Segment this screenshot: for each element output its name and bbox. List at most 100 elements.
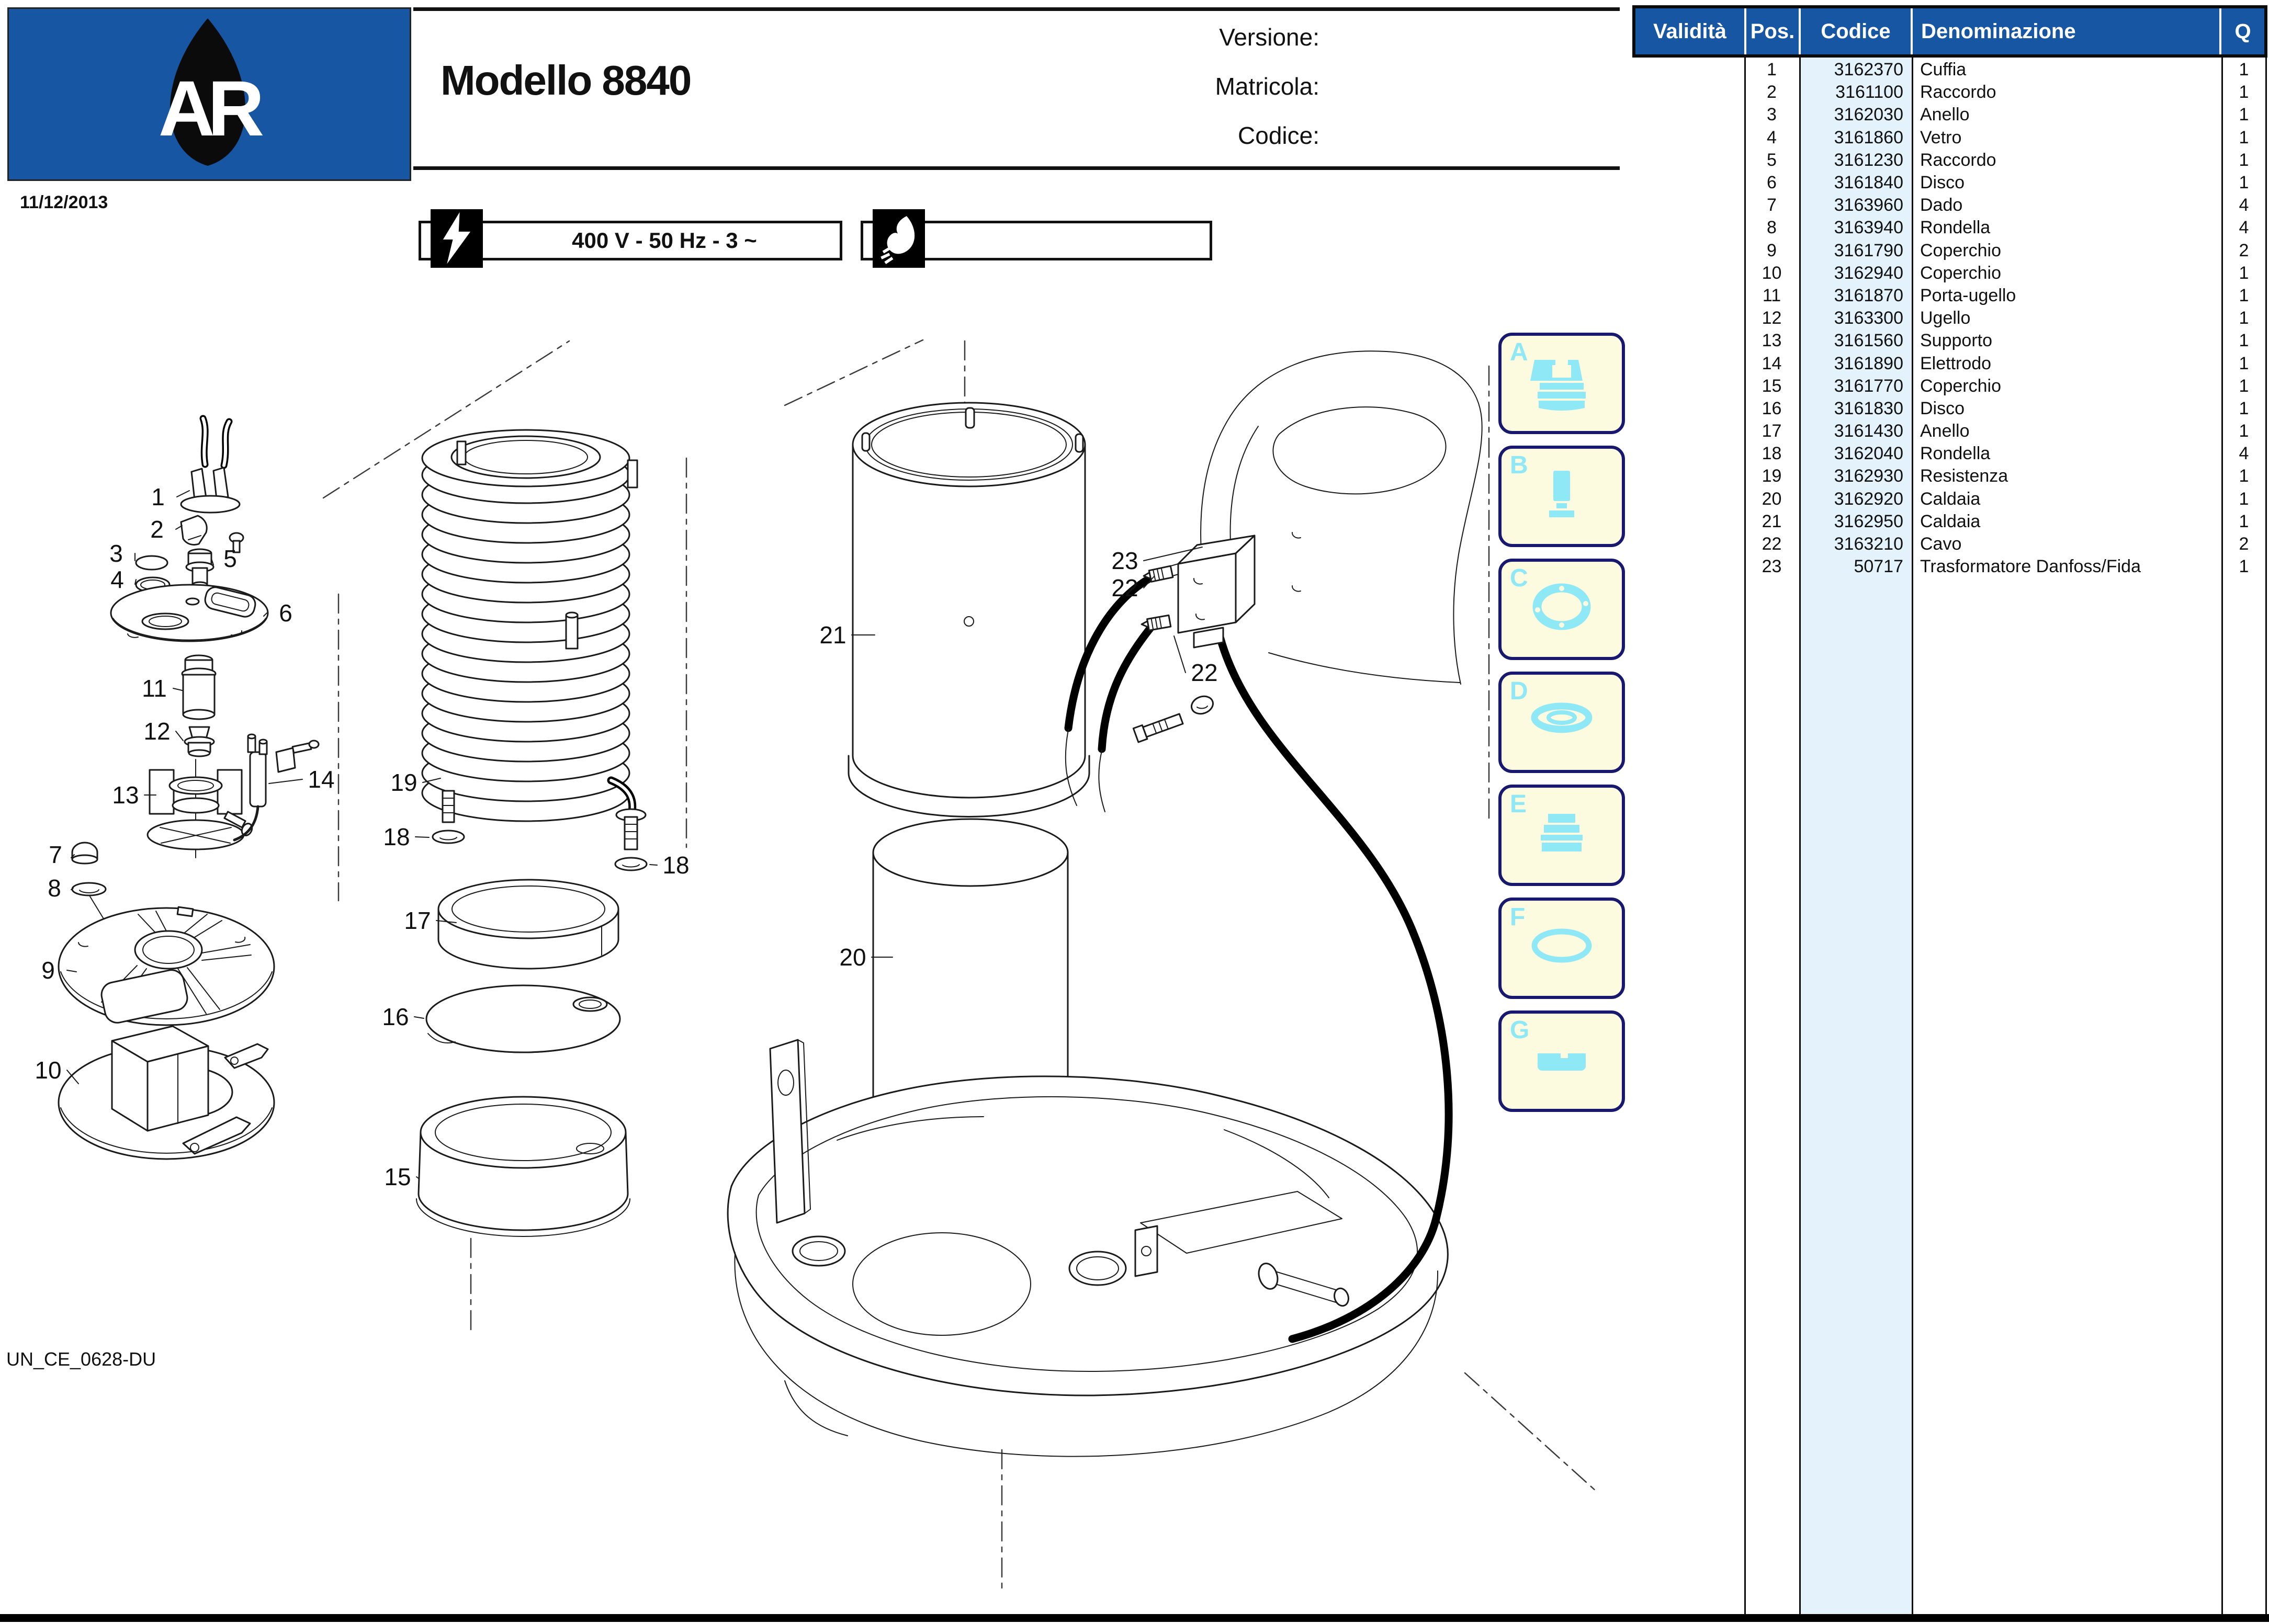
cell-pos: 10 (1762, 263, 1782, 283)
variant-tile-E[interactable]: E (1498, 785, 1625, 886)
cell-qty: 1 (2239, 398, 2249, 418)
cell-qty: 4 (2239, 218, 2249, 238)
parts-catalog-page: 1 2 3 4 5 6 11 12 13 14 7 8 9 10 19 18 18 17 16 15 21 20 23 22 2… (0, 0, 2269, 1624)
col-header-q: Q (2219, 8, 2264, 54)
o-ring-icon (1525, 915, 1598, 981)
cell-qty: 1 (2239, 376, 2249, 396)
cell-name: Disco (1920, 173, 1965, 193)
cylinder-part-icon (1525, 463, 1598, 529)
cell-pos: 16 (1762, 398, 1782, 418)
gasket-seal-icon (1525, 689, 1598, 755)
parts-table-row: 19 3162930 Resistenza 1 (1633, 465, 2266, 487)
variant-tile-F[interactable]: F (1498, 898, 1625, 999)
part-callout-14: 14 (308, 766, 334, 793)
versione-field-row: Versione: (1151, 16, 1606, 59)
cell-qty: 4 (2239, 444, 2249, 464)
part-callout-10: 10 (35, 1057, 61, 1084)
parts-table-row: 23 50717 Trasformatore Danfoss/Fida 1 (1633, 555, 2266, 578)
variant-tile-B[interactable]: B (1498, 446, 1625, 547)
cell-name: Supporto (1920, 331, 1992, 351)
cell-code: 3162040 (1834, 444, 1903, 464)
part-callout-23: 23 (1111, 547, 1138, 574)
parts-table-row: 13 3161560 Supporto 1 (1633, 330, 2266, 352)
page-title: Modello 8840 (441, 57, 692, 104)
cell-name: Raccordo (1920, 82, 1996, 103)
cell-code: 50717 (1854, 557, 1903, 577)
parts-table-row: 11 3161870 Porta-ugello 1 (1633, 285, 2266, 307)
part-callout-9: 9 (41, 957, 55, 984)
cell-code: 3161770 (1834, 376, 1903, 396)
cell-qty: 1 (2239, 331, 2249, 351)
cell-pos: 19 (1762, 466, 1782, 486)
cell-pos: 6 (1767, 173, 1777, 193)
parts-table-row: 10 3162940 Coperchio 1 (1633, 262, 2266, 285)
cap-silhouette-icon (1525, 350, 1598, 416)
part-callout-21: 21 (819, 621, 846, 649)
cell-qty: 4 (2239, 195, 2249, 215)
col-header-codice: Codice (1799, 8, 1911, 54)
part-callout-3: 3 (109, 540, 123, 567)
cell-qty: 1 (2239, 557, 2249, 577)
power-rating-text: 400 V - 50 Hz - 3 ~ (572, 228, 757, 253)
cell-pos: 18 (1762, 444, 1782, 464)
cell-name: Anello (1920, 421, 1970, 441)
page-bottom-rule (0, 1614, 2269, 1622)
cell-name: Coperchio (1920, 263, 2001, 283)
cell-code: 3161790 (1834, 240, 1903, 260)
boiler-cylinder-21 (848, 402, 1090, 817)
variant-tile-A[interactable]: A (1498, 333, 1625, 434)
part-callout-2: 2 (150, 516, 164, 543)
stepped-flange-icon (1525, 802, 1598, 868)
cell-pos: 17 (1762, 421, 1782, 441)
cell-code: 3161830 (1834, 398, 1903, 418)
cell-qty: 1 (2239, 421, 2249, 441)
cell-code: 3161430 (1834, 421, 1903, 441)
matricola-label: Matricola: (1215, 73, 1319, 100)
col-header-denominazione: Denominazione (1911, 8, 2219, 54)
cell-qty: 2 (2239, 240, 2249, 260)
cell-pos: 1 (1767, 60, 1777, 80)
cell-qty: 1 (2239, 308, 2249, 328)
parts-table-row: 20 3162920 Caldaia 1 (1633, 488, 2266, 510)
heating-coil (421, 429, 648, 871)
cell-pos: 8 (1767, 218, 1777, 238)
parts-table-row: 14 3161890 Elettrodo 1 (1633, 352, 2266, 374)
parts-table-row: 21 3162950 Caldaia 1 (1633, 510, 2266, 533)
part-callout-7: 7 (49, 841, 62, 868)
part-callout-1: 1 (151, 483, 165, 510)
cell-name: Trasformatore Danfoss/Fida (1920, 557, 2141, 577)
variant-tile-G[interactable]: G (1498, 1010, 1625, 1112)
parts-table-row: 5 3161230 Raccordo 1 (1633, 149, 2266, 172)
cell-name: Coperchio (1920, 376, 2001, 396)
part-callout-11: 11 (142, 675, 167, 702)
cell-qty: 1 (2239, 511, 2249, 531)
cell-pos: 13 (1762, 331, 1782, 351)
cell-name: Disco (1920, 398, 1965, 418)
cell-code: 3161890 (1834, 353, 1903, 373)
cell-pos: 5 (1767, 150, 1777, 170)
cell-code: 3161230 (1834, 150, 1903, 170)
part-callout-22: 22 (1191, 659, 1217, 686)
cell-qty: 1 (2239, 353, 2249, 373)
cell-qty: 1 (2239, 127, 2249, 147)
cell-pos: 23 (1762, 557, 1782, 577)
variant-tile-C[interactable]: C (1498, 559, 1625, 660)
parts-table-row: 1 3162370 Cuffia 1 (1633, 59, 2266, 81)
parts-table-row: 22 3163210 Cavo 2 (1633, 533, 2266, 555)
parts-table-header: Validità Pos. Codice Denominazione Q (1632, 5, 2267, 58)
variant-tile-D[interactable]: D (1498, 672, 1625, 773)
svg-text:AR: AR (159, 64, 263, 152)
cell-pos: 11 (1762, 285, 1781, 305)
part-callout-6: 6 (279, 599, 292, 627)
burner-head-assembly (58, 415, 320, 1160)
part-callout-18: 18 (383, 823, 410, 850)
cell-code: 3163960 (1834, 195, 1903, 215)
base-housing (727, 1039, 1449, 1457)
cell-pos: 14 (1762, 353, 1782, 373)
header-rule-bottom (413, 166, 1620, 170)
cell-name: Rondella (1920, 444, 1991, 464)
cell-pos: 7 (1767, 195, 1777, 215)
cell-pos: 21 (1762, 511, 1782, 531)
cell-code: 3161560 (1834, 331, 1903, 351)
part-callout-4: 4 (110, 566, 124, 593)
